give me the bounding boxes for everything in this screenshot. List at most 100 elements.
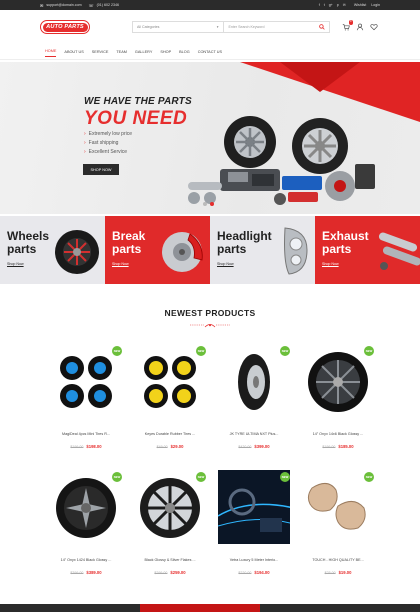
nav-about-us[interactable]: ABOUT US (64, 47, 83, 57)
category-shop-link[interactable]: Shop Now (7, 262, 24, 266)
product-name[interactable]: TOUCH - HIGH QUALITY BE... (296, 558, 380, 562)
category-shop-link[interactable]: Shop Now (112, 262, 129, 266)
header-icons: 0 (342, 20, 378, 31)
nav-contact-us[interactable]: CONTACT US (198, 47, 222, 57)
product-card[interactable]: NEW Vetra Luxury 5 Meter Interio... $220… (212, 468, 296, 594)
main-nav: HOME ABOUT US SERVICE TEAM GALLERY SHOP … (0, 44, 420, 60)
product-name[interactable]: MagiDeal 4pcs Mini Tires R... (44, 432, 128, 436)
nav-home[interactable]: HOME (45, 46, 57, 57)
search-icon (319, 24, 325, 30)
category-shop-link[interactable]: Shop Now (322, 262, 339, 266)
wheel-image (55, 230, 99, 274)
product-prices: $25.00 $19.00 (296, 570, 380, 575)
top-bar: ✉ support@domain.com ☏ (01) 602 2346 f t… (0, 0, 420, 10)
silver-rim-icon (140, 478, 200, 538)
headlight-image (284, 227, 308, 275)
email-icon[interactable]: ✉ (343, 3, 346, 7)
category-break[interactable]: Break parts Shop Now (105, 216, 210, 284)
logo[interactable]: AUTO PARTS (40, 20, 90, 34)
mail-icon: ✉ (40, 2, 44, 8)
old-price: $399.00 (70, 571, 84, 575)
chevron-down-icon: ▾ (216, 25, 219, 29)
bullet-icon: › (84, 140, 86, 146)
category-select[interactable]: All Categories ▾ (133, 22, 224, 32)
shop-now-button[interactable]: SHOP NOW (83, 164, 119, 175)
nav-shop[interactable]: SHOP (160, 47, 171, 57)
hero-line-2: YOU NEED (84, 108, 188, 129)
product-prices: $49.00 $29.00 (128, 444, 212, 449)
category-shop-link[interactable]: Shop Now (217, 262, 234, 266)
current-price: $194.00 (254, 570, 270, 575)
wishlist-button[interactable] (370, 23, 378, 31)
current-price: $29.00 (170, 444, 184, 449)
product-prices: $199.00 $198.00 (44, 444, 128, 449)
account-links: Wishlist Login (354, 3, 380, 7)
old-price: $299.00 (154, 571, 168, 575)
google-plus-icon[interactable]: g+ (329, 3, 333, 7)
slider-dot[interactable] (203, 202, 207, 206)
product-name[interactable]: 14" Onyx 14x6 Black Glossy ... (296, 432, 380, 436)
current-price: $389.00 (86, 570, 102, 575)
contact-email[interactable]: support@domain.com (46, 3, 81, 7)
section-heading: NEWEST PRODUCTS (164, 308, 256, 318)
old-price: $220.00 (238, 571, 252, 575)
cart-button[interactable]: 0 (342, 20, 353, 31)
bullet-icon: › (84, 149, 86, 155)
search-bar: All Categories ▾ Enter Search Keyword (132, 21, 330, 33)
product-card[interactable]: NEW TOUCH - HIGH QUALITY BE... $25.00 $19… (296, 468, 380, 594)
contact-phone: (01) 602 2346 (96, 3, 119, 7)
search-button[interactable] (315, 22, 329, 32)
new-badge: NEW (364, 346, 374, 356)
old-price: $25.00 (324, 571, 336, 575)
compare-button[interactable] (356, 23, 364, 31)
product-card[interactable]: NEW JK TYRE ULTIMA NXT Plus... $420.00 $3… (212, 342, 296, 468)
current-price: $185.00 (338, 444, 354, 449)
category-title-line: parts (112, 242, 142, 256)
nav-blog[interactable]: BLOG (179, 47, 190, 57)
pinterest-icon[interactable]: p (337, 3, 339, 7)
product-prices: $420.00 $399.00 (212, 444, 296, 449)
product-card[interactable]: NEW 14" Onyx 1424 Black Glossy ... $399.… (44, 468, 128, 594)
category-exhaust[interactable]: Exhaust parts Shop Now (315, 216, 420, 284)
product-prices: $299.00 $259.00 (128, 570, 212, 575)
product-name[interactable]: 14" Onyx 1424 Black Glossy ... (44, 558, 128, 562)
product-prices: $220.00 $194.00 (212, 570, 296, 575)
new-badge: NEW (112, 346, 122, 356)
product-card[interactable]: NEW 14" Onyx 14x6 Black Glossy ... $199.… (296, 342, 380, 468)
current-price: $399.00 (254, 444, 270, 449)
yellow-tire-set-icon (144, 356, 196, 408)
category-banners: Wheels parts Shop Now Break parts Shop Now… (0, 216, 420, 284)
logo-text: AUTO PARTS (46, 24, 84, 30)
new-badge: NEW (364, 472, 374, 482)
facebook-icon[interactable]: f (319, 3, 320, 7)
product-card[interactable]: NEW MagiDeal 4pcs Mini Tires R... $199.0… (44, 342, 128, 468)
neck-pillow-icon (307, 483, 366, 530)
nav-service[interactable]: SERVICE (92, 47, 109, 57)
search-input[interactable]: Enter Search Keyword (224, 25, 316, 29)
product-card[interactable]: NEW Keyes Durable Rubber Tires ... $49.0… (128, 342, 212, 468)
product-name[interactable]: Black Glossy & Silver Flakes ... (128, 558, 212, 562)
product-grid: NEW MagiDeal 4pcs Mini Tires R... $199.0… (44, 342, 380, 594)
product-name[interactable]: Keyes Durable Rubber Tires ... (128, 432, 212, 436)
hero-bullet: Excellent Service (88, 149, 128, 155)
nav-gallery[interactable]: GALLERY (135, 47, 152, 57)
wishlist-link[interactable]: Wishlist (354, 3, 366, 7)
tyre-icon (238, 354, 270, 410)
category-title-line: parts (322, 242, 352, 256)
product-card[interactable]: NEW Black Glossy & Silver Flakes ... $29… (128, 468, 212, 594)
product-prices: $199.00 $185.00 (296, 444, 380, 449)
product-name[interactable]: JK TYRE ULTIMA NXT Plus... (212, 432, 296, 436)
category-wheels[interactable]: Wheels parts Shop Now (0, 216, 105, 284)
blue-tire-set-icon (60, 356, 112, 408)
slider-dot-active[interactable] (210, 202, 214, 206)
exhaust-pipe-image (378, 232, 420, 270)
new-badge: NEW (112, 472, 122, 482)
twitter-icon[interactable]: t (324, 3, 325, 7)
category-headlight[interactable]: Headlight parts Shop Now (210, 216, 315, 284)
category-title: Headlight parts (217, 230, 272, 256)
login-link[interactable]: Login (371, 3, 380, 7)
category-title-line: parts (217, 242, 247, 256)
product-name[interactable]: Vetra Luxury 5 Meter Interio... (212, 558, 296, 562)
new-badge: NEW (280, 472, 290, 482)
nav-team[interactable]: TEAM (116, 47, 127, 57)
